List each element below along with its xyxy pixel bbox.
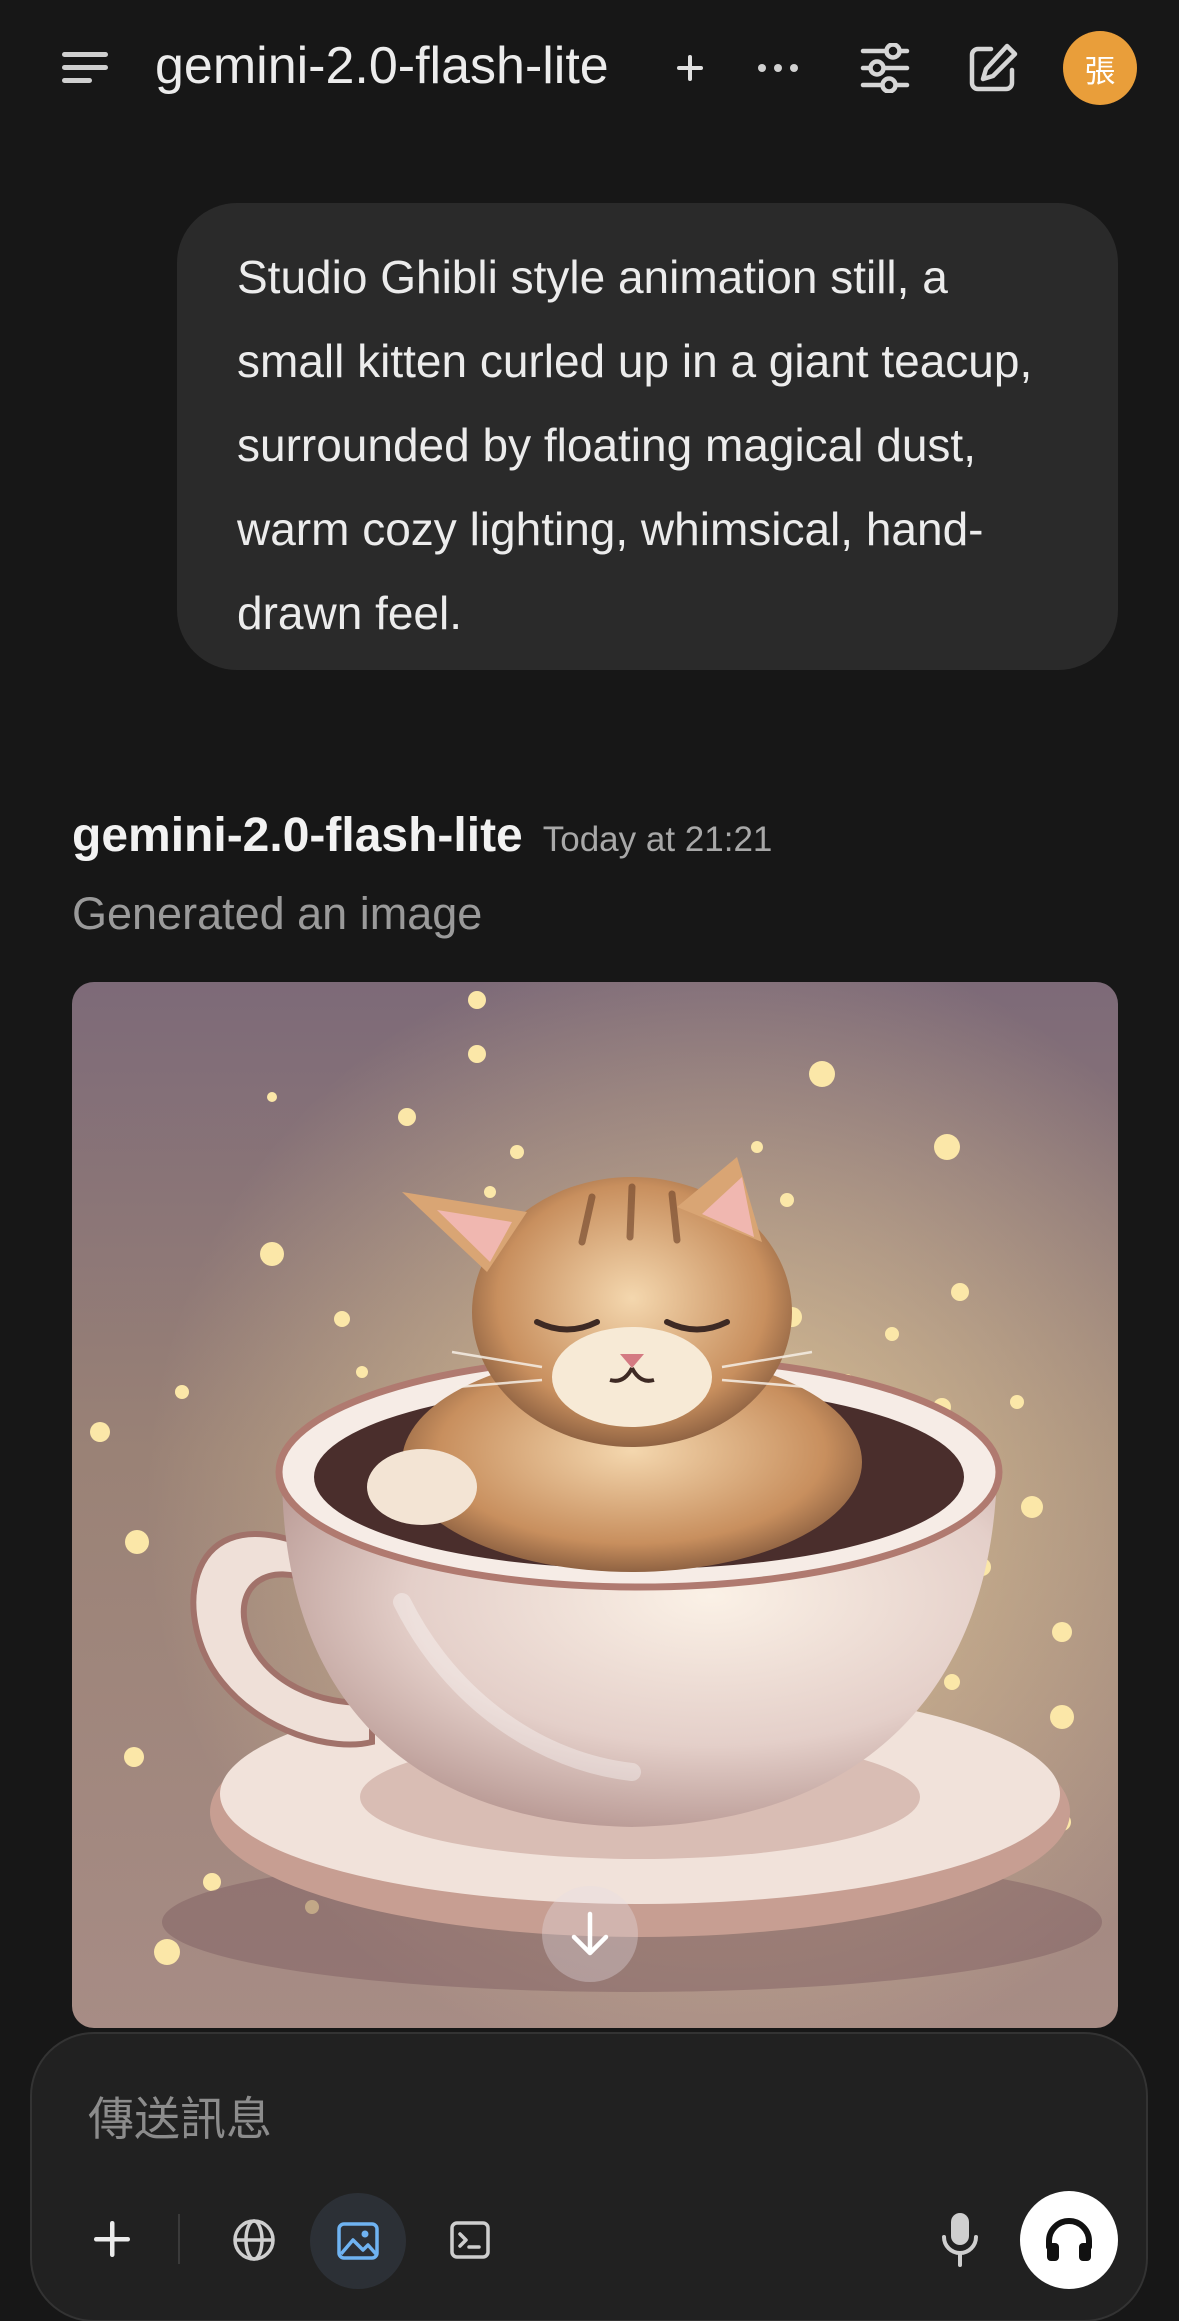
attach-button[interactable] xyxy=(82,2209,142,2269)
more-options-button[interactable] xyxy=(750,40,805,95)
chat-app: gemini-2.0-flash-lite 張 Studio Ghibli st… xyxy=(0,0,1179,2321)
message-composer xyxy=(30,2032,1148,2321)
headphones-icon xyxy=(1046,2218,1092,2261)
assistant-message-header: gemini-2.0-flash-lite Today at 21:21 xyxy=(72,808,772,872)
message-timestamp: Today at 21:21 xyxy=(542,820,773,859)
download-button[interactable] xyxy=(542,1886,638,1982)
sidebar-menu-button[interactable] xyxy=(55,40,115,95)
chat-controls-button[interactable] xyxy=(855,35,915,100)
model-selector[interactable]: gemini-2.0-flash-lite xyxy=(155,30,609,102)
add-model-button[interactable] xyxy=(665,40,715,95)
plus-icon xyxy=(94,2221,130,2257)
toolbar-divider xyxy=(178,2214,180,2264)
new-chat-button[interactable] xyxy=(962,35,1024,100)
download-icon xyxy=(571,1911,609,1956)
sliders-icon xyxy=(860,42,910,93)
user-avatar[interactable]: 張 xyxy=(1063,31,1137,105)
kitten-teacup-illustration xyxy=(72,982,1118,2028)
menu-icon xyxy=(62,51,108,83)
microphone-icon xyxy=(942,2213,978,2267)
web-search-button[interactable] xyxy=(220,2206,288,2274)
code-interpreter-button[interactable] xyxy=(436,2206,504,2274)
globe-icon xyxy=(233,2219,275,2261)
more-icon xyxy=(757,63,798,72)
message-input[interactable] xyxy=(88,2086,988,2152)
image-generation-button[interactable] xyxy=(310,2193,406,2289)
assistant-model-name: gemini-2.0-flash-lite xyxy=(72,809,523,862)
generation-status: Generated an image xyxy=(72,888,483,939)
user-message-text: Studio Ghibli style animation still, a s… xyxy=(237,251,1033,639)
plus-icon xyxy=(677,54,703,81)
user-message-bubble: Studio Ghibli style animation still, a s… xyxy=(177,203,1118,670)
edit-icon xyxy=(969,43,1018,91)
generated-image[interactable] xyxy=(72,982,1118,2028)
image-icon xyxy=(337,2222,379,2260)
dictate-button[interactable] xyxy=(930,2202,990,2278)
avatar-initial: 張 xyxy=(1084,53,1116,90)
top-bar: gemini-2.0-flash-lite 張 xyxy=(0,0,1179,135)
terminal-icon xyxy=(450,2221,490,2259)
voice-mode-button[interactable] xyxy=(1020,2191,1118,2289)
